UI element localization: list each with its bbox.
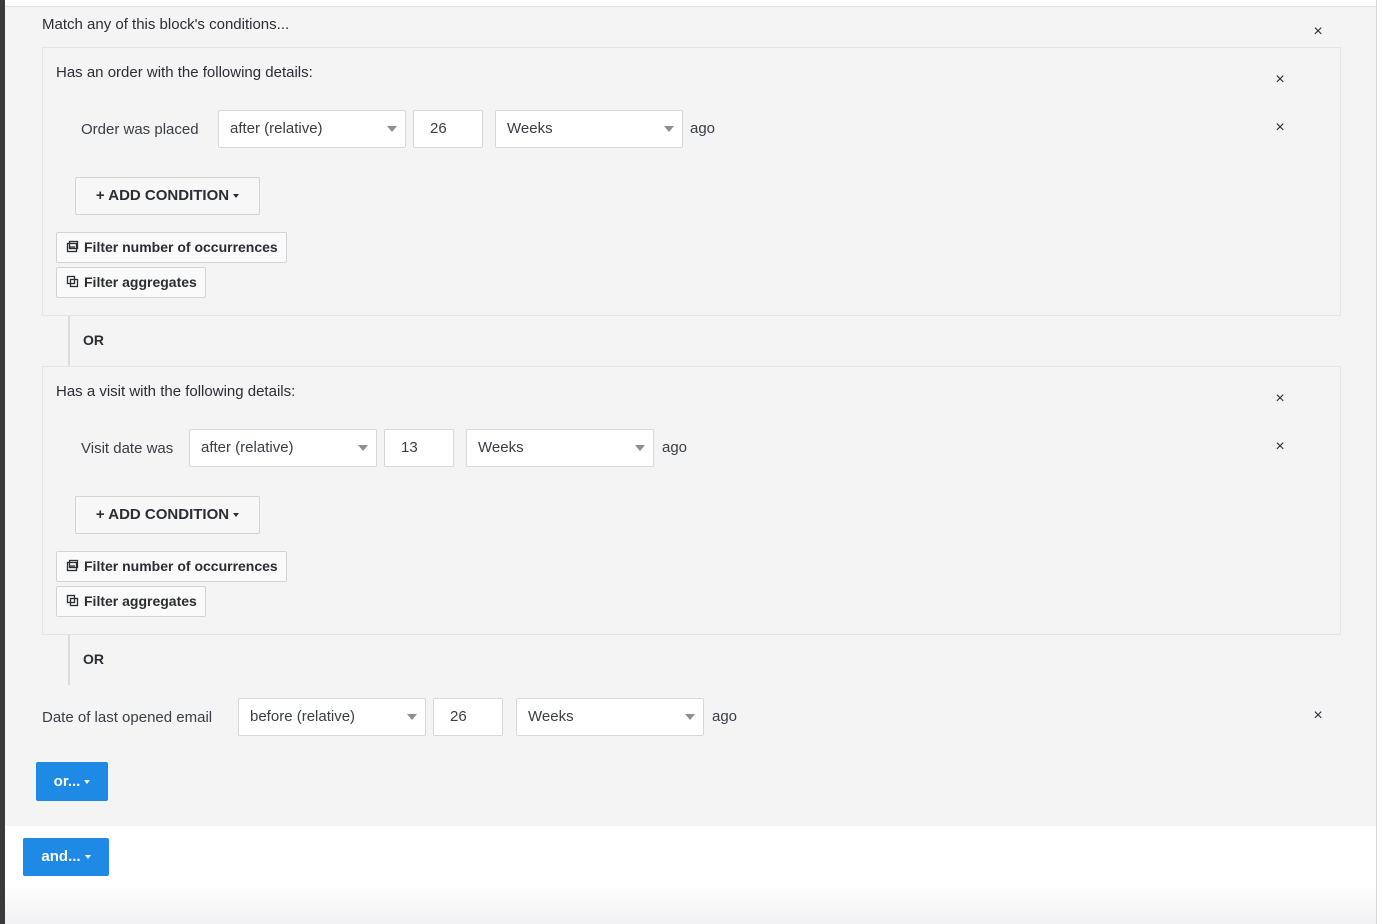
order-condition-label: Order was placed [81, 121, 199, 138]
order-value-input[interactable]: 26 [413, 110, 483, 148]
order-unit-value: Weeks [507, 120, 553, 137]
visit-unit-select[interactable]: Weeks [466, 429, 654, 467]
chevron-down-icon [685, 714, 695, 720]
email-operator-select[interactable]: before (relative) [238, 698, 426, 736]
visit-ago-label: ago [662, 439, 688, 456]
calendar-icon [66, 240, 79, 253]
email-operator-value: before (relative) [250, 708, 356, 725]
order-operator-value: after (relative) [230, 120, 323, 137]
footer-area [5, 826, 1376, 924]
order-filter-aggregates-label: Filter aggregates [84, 274, 197, 290]
chevron-down-icon [358, 445, 368, 451]
order-add-condition-button[interactable]: + ADD CONDITION [75, 177, 260, 215]
remove-order-condition-close-icon[interactable]: × [1271, 119, 1289, 137]
or-connector-line [68, 635, 70, 685]
order-filter-occurrences-label: Filter number of occurrences [84, 239, 278, 255]
order-add-condition-label: + ADD CONDITION [95, 187, 230, 204]
remove-order-block-close-icon[interactable]: × [1271, 71, 1289, 89]
caret-down-icon [84, 855, 91, 860]
order-filter-aggregates-button[interactable]: Filter aggregates [56, 267, 206, 298]
order-unit-select[interactable]: Weeks [495, 110, 683, 148]
copy-icon [66, 594, 79, 607]
visit-filter-occurrences-label: Filter number of occurrences [84, 558, 278, 574]
or-separator-1: OR [83, 332, 104, 348]
visit-add-condition-label: + ADD CONDITION [95, 506, 230, 523]
or-separator-2: OR [83, 651, 104, 667]
or-button[interactable]: or... [36, 762, 108, 801]
caret-down-icon [84, 780, 91, 785]
visit-operator-select[interactable]: after (relative) [189, 429, 377, 467]
caret-down-icon [233, 194, 240, 199]
order-block-title: Has an order with the following details: [56, 64, 313, 81]
chevron-down-icon [664, 126, 674, 132]
visit-value-input[interactable]: 13 [384, 429, 454, 467]
visit-condition-label: Visit date was [81, 440, 174, 457]
remove-visit-block-close-icon[interactable]: × [1271, 390, 1289, 408]
email-condition-label: Date of last opened email [42, 709, 213, 726]
visit-add-condition-button[interactable]: + ADD CONDITION [75, 496, 260, 534]
window-right-edge [1376, 0, 1382, 924]
visit-unit-value: Weeks [478, 439, 524, 456]
and-button[interactable]: and... [23, 838, 109, 876]
email-ago-label: ago [712, 708, 738, 725]
visit-filter-aggregates-button[interactable]: Filter aggregates [56, 586, 206, 617]
visit-operator-value: after (relative) [201, 439, 294, 456]
order-operator-select[interactable]: after (relative) [218, 110, 406, 148]
email-unit-select[interactable]: Weeks [516, 698, 704, 736]
and-button-label: and... [41, 848, 81, 865]
remove-block-close-icon[interactable]: × [1309, 23, 1327, 41]
visit-sub-block: Has a visit with the following details: … [42, 366, 1341, 635]
remove-visit-condition-close-icon[interactable]: × [1271, 438, 1289, 456]
visit-filter-aggregates-label: Filter aggregates [84, 593, 197, 609]
copy-icon [66, 275, 79, 288]
email-unit-value: Weeks [528, 708, 574, 725]
chevron-down-icon [407, 714, 417, 720]
visit-block-title: Has a visit with the following details: [56, 383, 296, 400]
visit-filter-occurrences-button[interactable]: Filter number of occurrences [56, 551, 287, 582]
block-title: Match any of this block's conditions... [42, 16, 290, 33]
caret-down-icon [233, 513, 240, 518]
calendar-icon [66, 559, 79, 572]
order-ago-label: ago [690, 120, 716, 137]
chevron-down-icon [635, 445, 645, 451]
email-value-input[interactable]: 26 [433, 698, 503, 736]
or-button-label: or... [53, 773, 81, 790]
remove-email-condition-close-icon[interactable]: × [1309, 707, 1327, 725]
order-filter-occurrences-button[interactable]: Filter number of occurrences [56, 232, 287, 263]
chevron-down-icon [387, 126, 397, 132]
order-sub-block: Has an order with the following details:… [42, 47, 1341, 316]
or-connector-line [68, 316, 70, 366]
